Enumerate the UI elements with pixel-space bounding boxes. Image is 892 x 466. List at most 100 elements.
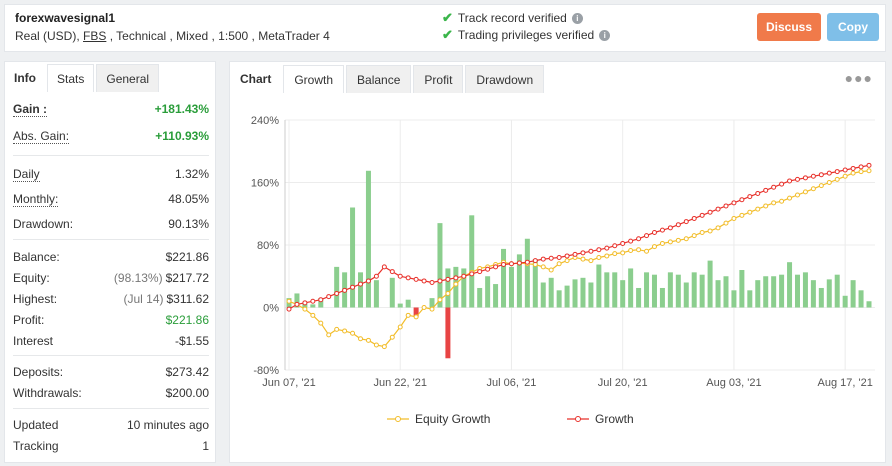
equity-growth-point [699,230,705,235]
tab-drawdown[interactable]: Drawdown [465,65,545,93]
bar [445,268,451,308]
equity-growth-point [445,290,451,296]
growth-point [675,222,681,228]
withdrawals-label: Withdrawals: [13,386,82,400]
account-name[interactable]: forexwavesignal1 [15,11,115,25]
growth-point [556,255,562,260]
growth-point [747,194,753,200]
divider [13,155,209,156]
discuss-button[interactable]: Discuss [757,13,821,41]
bar [651,274,657,308]
divider [13,355,209,356]
equity-value: $217.72 [165,271,209,285]
bar [644,272,650,308]
gain-label[interactable]: Gain : [13,102,48,117]
bar [779,274,785,308]
growth-point [365,278,371,284]
highest-date: (Jul 14) [123,292,164,306]
tab-balance[interactable]: Balance [346,65,412,93]
bar [604,272,610,308]
bar [334,266,340,308]
bar [659,287,665,308]
info-icon[interactable]: i [571,12,583,24]
more-dots-icon[interactable]: ●●● [845,70,873,86]
tab-general[interactable]: General [96,64,160,92]
equity-growth-point [628,247,634,253]
bar [620,280,626,308]
bar [350,207,356,308]
growth-point [429,280,435,285]
equity-growth-point [350,330,356,336]
bar [691,272,697,308]
equity-growth-point [532,262,538,268]
bar [612,272,618,308]
equity-label: Equity: [13,271,50,285]
copy-button[interactable]: Copy [827,13,879,41]
bar [564,285,570,308]
growth-point [588,248,594,254]
growth-point [580,250,586,256]
equity-growth-point [302,306,308,312]
tracking-value: 1 [202,439,209,453]
growth-point [802,175,808,181]
abs-gain-label[interactable]: Abs. Gain: [13,129,70,144]
growth-point [850,165,856,171]
growth-point [524,259,530,265]
check-icon: ✔ [442,27,453,42]
x-tick-label: Jun 07, '21 [262,377,315,389]
growth-point [381,264,387,270]
bar [437,223,443,308]
growth-point [302,300,308,306]
equity-growth-point [810,186,816,192]
equity-growth-point [787,195,793,201]
profit-label: Profit: [13,313,45,327]
equity-growth-point [707,228,713,234]
bar [747,290,753,308]
bar [636,287,642,308]
growth-point [350,284,356,290]
growth-point [358,281,364,287]
growth-point [779,181,785,187]
tab-info[interactable]: Info [5,64,45,92]
bar [866,301,872,308]
divider [13,408,209,409]
bar [429,298,435,308]
bar-negative [445,307,451,359]
equity-growth-point [381,344,387,350]
legend-marker [395,416,401,422]
bar [477,287,483,308]
info-icon[interactable]: i [599,29,611,41]
equity-growth-point [548,267,554,273]
broker-link[interactable]: FBS [83,29,106,43]
growth-point [596,247,602,253]
equity-growth-point [421,305,427,310]
growth-point [413,276,419,282]
tab-stats[interactable]: Stats [47,64,95,92]
bar [493,284,499,308]
growth-point [691,215,697,221]
growth-point [437,278,443,284]
equity-growth-point [437,297,443,303]
tab-growth[interactable]: Growth [283,65,345,93]
growth-point [477,269,483,275]
growth-point [469,271,475,277]
monthly-label[interactable]: Monthly: [13,192,59,207]
growth-point [286,306,292,312]
bar [580,277,586,308]
track-record-status: ✔ Track record verified i [442,10,583,26]
growth-point [810,173,816,179]
balance-label: Balance: [13,250,60,264]
equity-growth-point [644,248,650,254]
growth-point [636,236,642,242]
growth-point [739,197,745,203]
growth-point [604,245,610,251]
daily-label[interactable]: Daily [13,167,40,182]
bar [373,280,379,308]
stats-panel: Info Stats General Gain : +181.43% Abs. G… [4,61,216,463]
tab-chart[interactable]: Chart [230,65,282,93]
equity-growth-point [858,169,864,175]
tab-profit[interactable]: Profit [413,65,464,93]
bar [715,280,721,308]
bar [842,295,848,308]
equity-growth-point [453,281,459,287]
